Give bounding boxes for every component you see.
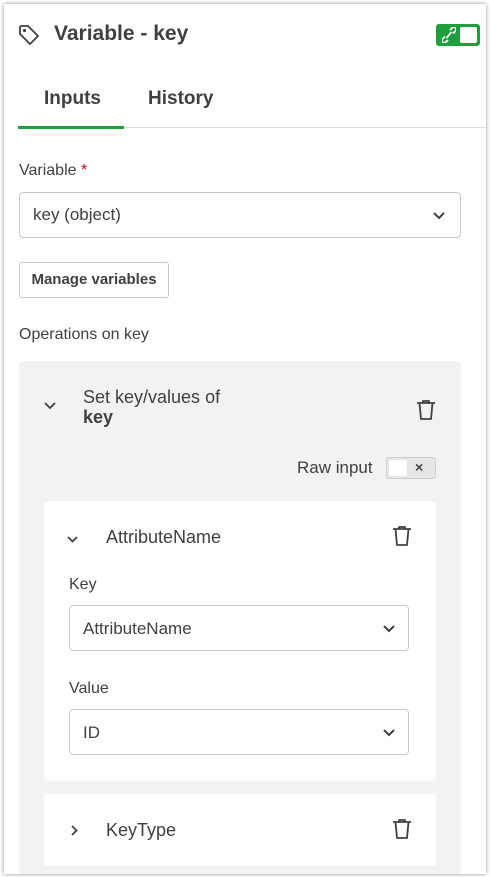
attribute-card-title: AttributeName [106, 527, 222, 547]
toggle-knob [460, 27, 477, 43]
tab-inputs[interactable]: Inputs [44, 88, 101, 110]
trash-icon[interactable] [392, 818, 412, 840]
chevron-down-icon [383, 625, 395, 633]
tab-bar: Inputs History [18, 84, 486, 129]
trash-icon[interactable] [416, 399, 436, 421]
toggle-knob [389, 460, 407, 476]
value-label: Value [69, 680, 109, 697]
operation-title-line2: key [83, 407, 114, 427]
variable-label-text: Variable [19, 162, 77, 179]
active-tab-indicator [18, 126, 124, 129]
variable-panel: Variable - key Inputs History Variable *… [4, 4, 486, 874]
key-select-value: AttributeName [83, 619, 192, 638]
keytype-card-title: KeyType [106, 820, 177, 840]
chevron-down-icon [433, 212, 445, 220]
operation-title-line1: Set key/values of [83, 387, 221, 407]
required-mark: * [80, 162, 88, 179]
key-label: Key [69, 576, 97, 593]
trash-icon[interactable] [392, 525, 412, 547]
operation-block: Set key/values of key Raw input × Attrib… [19, 361, 461, 874]
enable-toggle[interactable] [436, 24, 480, 46]
manage-variables-button[interactable]: Manage variables [19, 262, 169, 298]
attribute-card: AttributeName Key AttributeName Value ID [44, 501, 436, 781]
panel-header: Variable - key [4, 4, 486, 66]
value-select[interactable]: ID [69, 709, 409, 755]
panel-title: Variable - key [54, 22, 189, 45]
toggle-off-glyph: × [415, 459, 424, 475]
chevron-down-icon[interactable] [66, 535, 79, 544]
chevron-down-icon[interactable] [43, 401, 57, 411]
key-select[interactable]: AttributeName [69, 605, 409, 651]
variable-field-label: Variable * [19, 162, 87, 180]
operations-heading: Operations on key [19, 326, 149, 343]
chevron-down-icon [383, 729, 395, 737]
operation-title: Set key/values of key [83, 387, 220, 427]
value-select-value: ID [83, 723, 100, 742]
variable-select-value: key (object) [33, 205, 121, 224]
keytype-card: KeyType [44, 794, 436, 866]
raw-input-label: Raw input [297, 458, 373, 477]
chevron-right-icon[interactable] [70, 824, 79, 837]
tag-icon [19, 25, 39, 45]
tab-history[interactable]: History [148, 88, 213, 110]
link-icon [442, 27, 456, 43]
variable-select[interactable]: key (object) [19, 192, 461, 238]
raw-input-toggle[interactable]: × [386, 457, 436, 479]
